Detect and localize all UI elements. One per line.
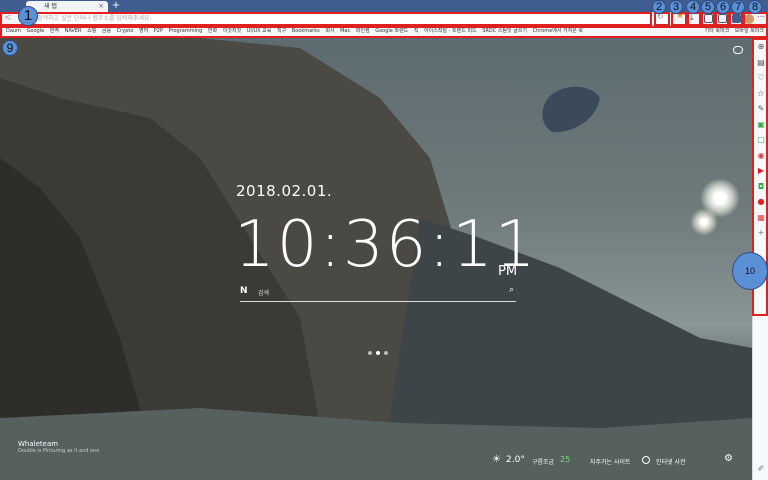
search-box: N ⌕ [240, 284, 516, 302]
bookmark-item[interactable]: Programming [169, 28, 203, 34]
bookmark-item[interactable]: 만화 [208, 28, 217, 34]
annotation-badge-5: 5 [701, 0, 715, 14]
bookmark-item[interactable]: P2P [154, 28, 163, 34]
annotation-badge-3: 3 [669, 0, 683, 14]
page-dot[interactable] [368, 351, 372, 355]
extensions-icon[interactable] [704, 14, 713, 23]
sidebar-toggle-icon[interactable] [732, 14, 741, 23]
mobile-bookmarks[interactable]: 모바일 북마크 [735, 28, 764, 34]
bookmark-item[interactable]: Bookmarks [292, 28, 320, 34]
naver-logo: N [240, 286, 248, 296]
annotation-badge-2: 2 [652, 0, 666, 14]
page-dot-active[interactable] [376, 351, 380, 355]
sun-icon: ☀ [492, 454, 501, 465]
other-bookmarks[interactable]: 기타 북마크 [705, 28, 730, 34]
sidebar-favorites-icon[interactable]: ♡ [756, 73, 766, 83]
address-bar[interactable]: 검색하고 싶은 단어나 웹주소를 입력해주세요. [26, 13, 672, 25]
bookmark-item[interactable]: 직구 [277, 28, 286, 34]
annotation-badge-9: 9 [2, 40, 18, 56]
bookmarks-bar: Daum Google 번역 NAVER 쇼핑 금융 Crypto 영어 P2P… [0, 26, 768, 37]
tab-new[interactable]: 새 탭 × [26, 1, 108, 12]
brand-name: Whaleteam [18, 440, 59, 448]
bookmark-item[interactable]: Google 트렌드 [375, 28, 408, 34]
sidebar-green-app-icon[interactable]: ▣ [756, 120, 766, 130]
sidebar-line-icon[interactable]: ◘ [756, 182, 766, 192]
bookmark-item[interactable]: 아이스착탈 - 트렌드 피드 [424, 28, 477, 34]
page-dots [366, 340, 390, 359]
temperature[interactable]: 2.0° [506, 455, 525, 465]
avatar[interactable] [744, 14, 754, 24]
mobile-tabs-icon[interactable] [718, 14, 727, 23]
clock-ampm: PM [498, 264, 518, 279]
chat-bubble-icon[interactable] [733, 46, 743, 54]
tab-title: 새 탭 [44, 3, 57, 10]
search-icon[interactable]: ⌕ [509, 285, 514, 295]
bookmark-item[interactable]: Chrome에서 가져온 북 [533, 28, 583, 34]
clock-time: 10:36:11 [234, 208, 538, 282]
bookmark-item[interactable]: 금융 [102, 28, 111, 34]
search-input[interactable] [258, 287, 488, 299]
sidebar-translate-icon[interactable]: ✎ [756, 104, 766, 114]
back-icon[interactable]: < [4, 13, 12, 23]
bookmark-item[interactable]: Mac [340, 28, 350, 34]
settings-gear-icon[interactable]: ⚙ [724, 453, 733, 464]
weather-condition: 구름조금 [532, 459, 555, 466]
wallpaper-credit: Whaleteam Double is Pinturing as it and … [18, 440, 99, 454]
dictionary-icon [642, 456, 650, 464]
bookmark-item[interactable]: 쇼핑 [87, 28, 96, 34]
more-menu-icon[interactable]: ⋯ [757, 12, 765, 21]
dictionary-link[interactable]: 인터넷 사전 [656, 457, 686, 466]
sidebar-bookmark-icon[interactable]: ☆ [756, 89, 766, 99]
sidebar-calendar-icon[interactable]: ▦ [756, 213, 766, 223]
bookmark-item[interactable]: 파인썸 [356, 28, 370, 34]
bookmark-item[interactable]: 번역 [50, 28, 59, 34]
sidebar-edit-icon[interactable]: ✐ [756, 464, 766, 474]
bookmark-item[interactable]: UI/UX 교육 [247, 28, 272, 34]
annotation-badge-6: 6 [716, 0, 730, 14]
frequent-sites-link[interactable]: 자주가는 사이트 [590, 457, 631, 466]
bookmark-item[interactable]: NAVER [65, 28, 82, 34]
annotation-badge-1: 1 [18, 6, 38, 26]
sidebar-add-icon[interactable]: + [756, 228, 766, 238]
sidebar-reader-icon[interactable]: ▤ [756, 58, 766, 68]
annotation-badge-7: 7 [731, 0, 745, 14]
new-tab-button[interactable]: + [110, 1, 122, 11]
sidebar-youtube-icon[interactable]: ▶ [756, 166, 766, 176]
brand-sub: Double is Pinturing as it and one [18, 448, 100, 454]
bookmark-item[interactable]: 영어 [139, 28, 148, 34]
sun-glow-small [690, 208, 718, 236]
bookmark-item[interactable]: Daum [6, 28, 21, 34]
page-dot[interactable] [384, 351, 388, 355]
tab-close-icon[interactable]: × [98, 1, 104, 12]
new-tab-page: 2018.02.01. 10:36:11 PM N ⌕ Whaleteam Do… [0, 38, 752, 480]
bookmark-item[interactable]: 회사 [325, 28, 334, 34]
clock-date: 2018.02.01. [236, 182, 333, 200]
annotation-badge-10: 10 [732, 252, 768, 290]
toolbar: < 검색하고 싶은 단어나 웹주소를 입력해주세요. ↻ ★ ⤓ ⋯ [0, 11, 768, 26]
footer-bar: ☀ 2.0° 구름조금 25 자주가는 사이트 인터넷 사전 ⚙ [490, 453, 740, 468]
bookmark-item[interactable]: 이것저것 [223, 28, 241, 34]
download-icon[interactable]: ⤓ [690, 13, 699, 22]
whale-balloon [542, 86, 600, 133]
annotation-badge-8: 8 [748, 0, 762, 14]
air-quality[interactable]: 25 [560, 455, 570, 464]
annotation-badge-4: 4 [686, 0, 700, 14]
sidebar-notes-icon[interactable]: ▢ [756, 135, 766, 145]
bookmark-item[interactable]: SRDC 스팀잇 글쓰기 [482, 28, 527, 34]
sidebar-record-icon[interactable]: ● [756, 197, 766, 207]
bookmark-item[interactable]: Google [27, 28, 45, 34]
bookmark-item[interactable]: Crypto [117, 28, 134, 34]
sidebar-red-app-icon[interactable]: ◉ [756, 151, 766, 161]
sidebar-zoom-icon[interactable]: ⊕ [756, 42, 766, 52]
bookmark-item[interactable]: 직 [414, 28, 419, 34]
